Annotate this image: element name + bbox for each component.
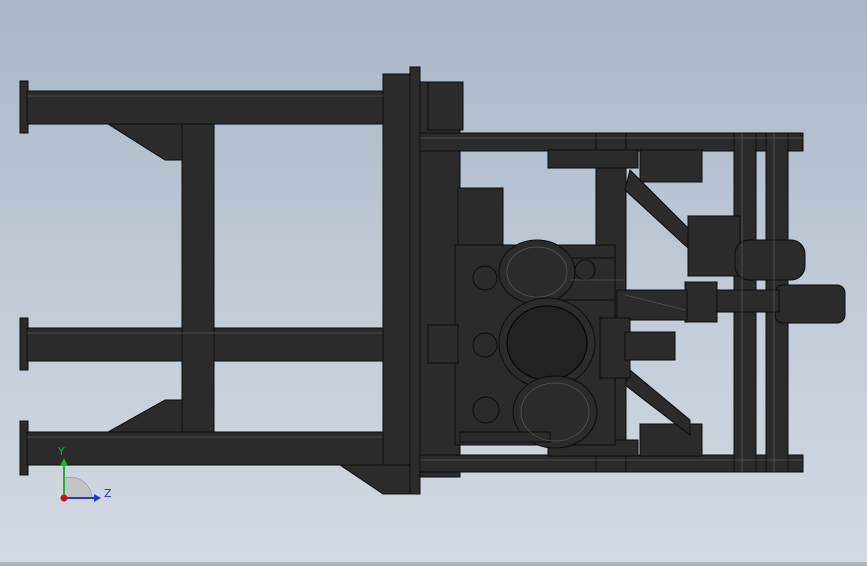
roller-main-inner [506,305,588,381]
y-axis-label: Y [57,445,65,458]
motor-body [734,239,806,281]
wheel-small-3 [472,396,500,424]
servo-motor [774,284,846,324]
gusset-bottom [106,399,183,433]
coupling-block [684,281,718,323]
column-top-block [427,81,464,131]
carriage-top-left [547,149,639,169]
drive-housing [687,215,741,277]
gearbox-block [457,187,504,249]
base-foot [338,464,421,495]
triad-plane [63,476,93,499]
cad-viewport[interactable]: Y Z [0,0,867,562]
gear-unit-right [624,331,676,361]
brace-vertical-left [181,123,215,433]
wheel-small-1 [472,265,498,291]
bracket-left-block [427,324,459,364]
lower-crossbar [459,431,551,443]
origin-point [60,494,68,502]
machine-frame-assembly [19,66,846,495]
wheel-small-4 [574,259,596,281]
plate-cap [409,66,421,495]
gusset-top [106,123,183,161]
z-axis-label: Z [104,487,112,500]
cad-model-drawing: Y Z [19,66,846,502]
roller-upper [498,239,576,305]
z-axis-arrow [94,494,101,502]
actuator-rod [616,289,688,321]
carriage-top-right [639,149,703,183]
carriage-bottom-right [639,423,703,457]
coupling-shaft [716,289,780,313]
wheel-small-2 [472,332,498,358]
